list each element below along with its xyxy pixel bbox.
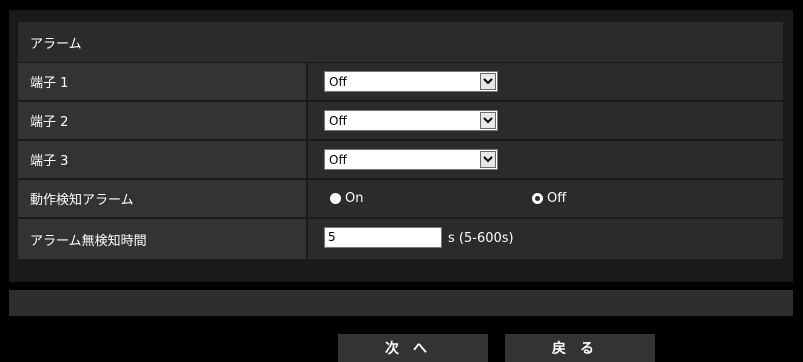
no-detect-time-label: アラーム無検知時間 (18, 219, 306, 259)
motion-alarm-label: 動作検知アラーム (18, 180, 306, 217)
terminal-3-select-value: Off (329, 152, 347, 167)
no-detect-time-input[interactable]: 5 (324, 227, 442, 248)
chevron-down-icon[interactable] (480, 151, 496, 168)
chevron-down-icon[interactable] (480, 112, 496, 129)
radio-selected-icon (532, 193, 543, 204)
section-title: アラーム (30, 36, 82, 52)
motion-alarm-on-radio[interactable]: On (330, 191, 363, 206)
section-header: アラーム (18, 22, 783, 62)
back-button[interactable]: 戻る (505, 334, 655, 362)
terminal-2-row: 端子 2 Off (18, 102, 783, 139)
terminal-1-select[interactable]: Off (324, 71, 498, 92)
motion-alarm-off-radio[interactable]: Off (532, 191, 566, 206)
next-button[interactable]: 次へ (338, 334, 488, 362)
no-detect-time-unit: s (5-600s) (448, 231, 514, 246)
divider-bar (9, 290, 793, 316)
terminal-1-row: 端子 1 Off (18, 63, 783, 100)
terminal-2-select-value: Off (329, 113, 347, 128)
terminal-2-select[interactable]: Off (324, 110, 498, 131)
terminal-3-select[interactable]: Off (324, 149, 498, 170)
terminal-3-row: 端子 3 Off (18, 141, 783, 178)
terminal-1-select-value: Off (329, 74, 347, 89)
terminal-2-label: 端子 2 (18, 102, 306, 139)
chevron-down-icon[interactable] (480, 73, 496, 90)
terminal-3-label: 端子 3 (18, 141, 306, 178)
radio-icon (330, 193, 341, 204)
no-detect-time-row: アラーム無検知時間 5 s (5-600s) (18, 219, 783, 259)
motion-alarm-row: 動作検知アラーム On Off (18, 180, 783, 217)
terminal-1-label: 端子 1 (18, 63, 306, 100)
